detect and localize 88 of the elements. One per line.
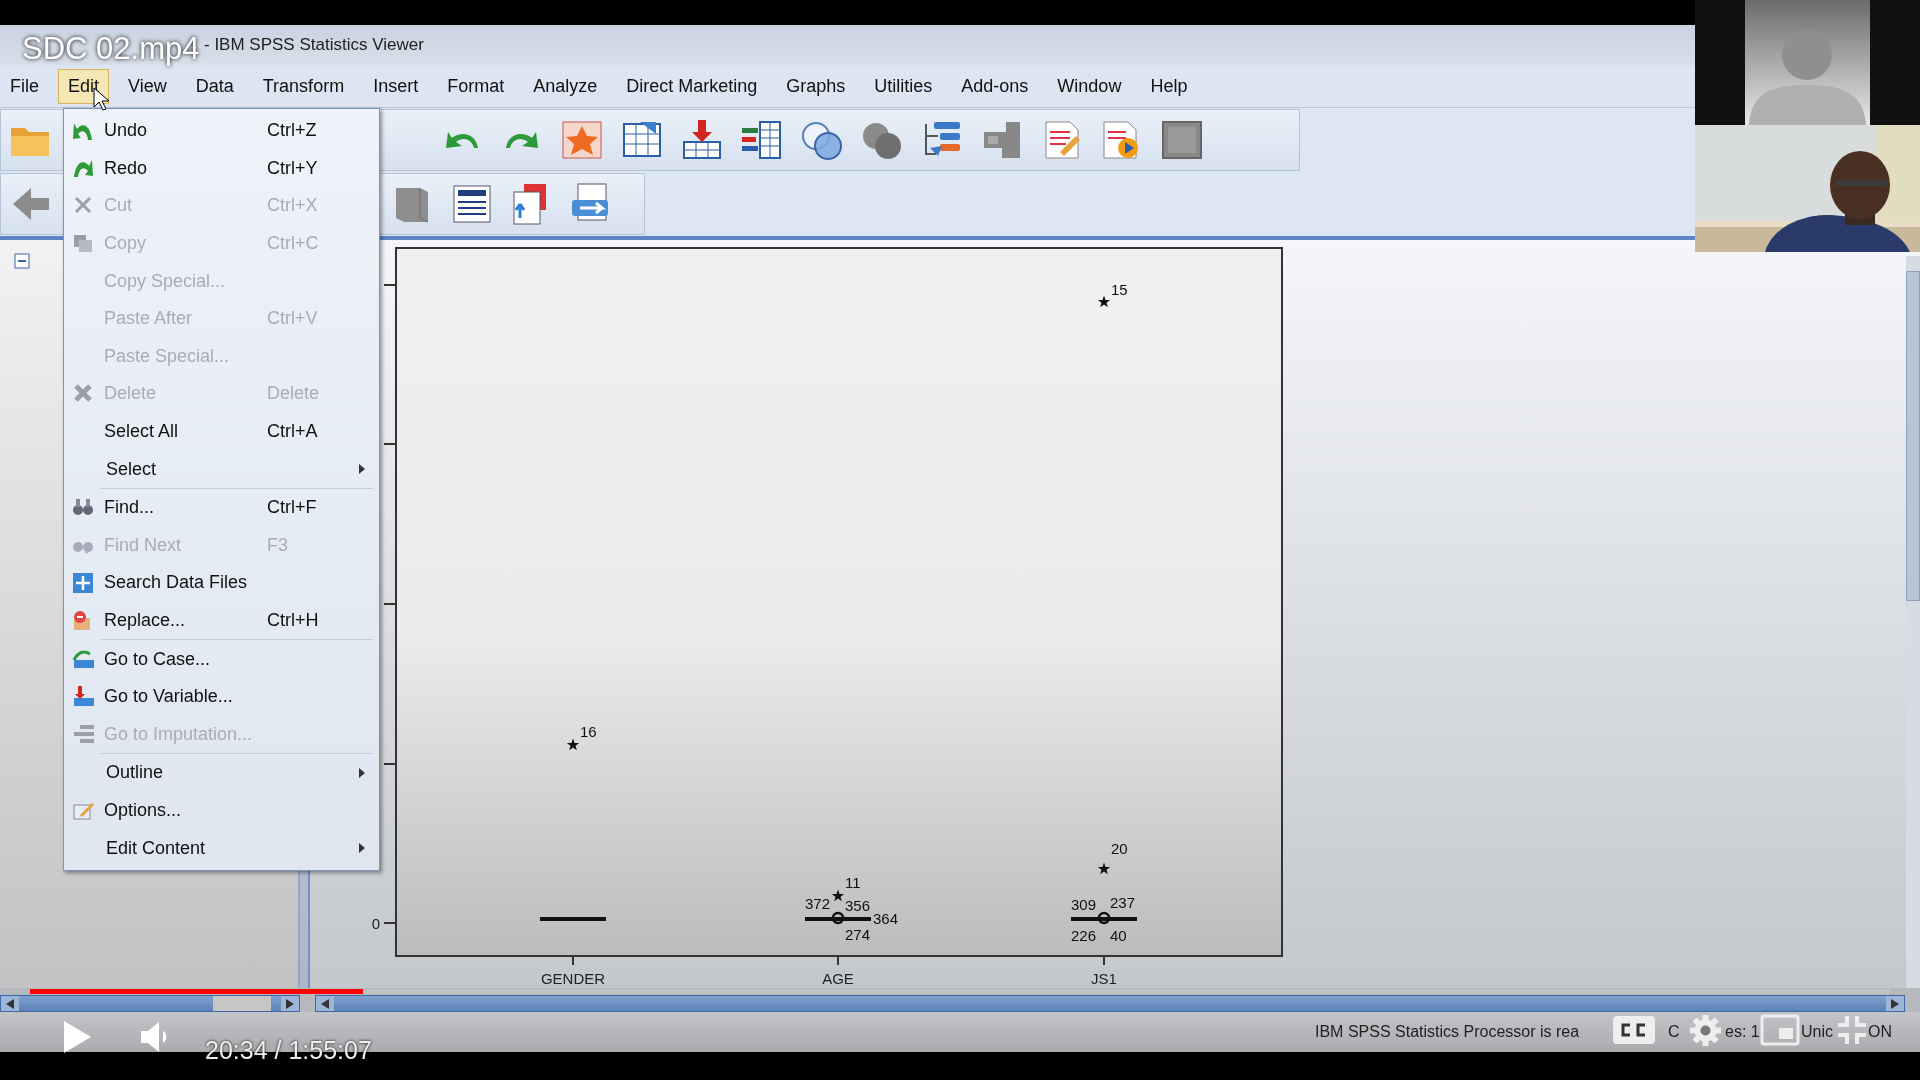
tick-mark [1103, 955, 1105, 966]
status-text: C [1668, 1022, 1680, 1042]
plus-icon [72, 571, 94, 594]
median-line [805, 917, 871, 921]
status-text: es: 1 [1725, 1022, 1760, 1042]
axis-label: 0 [371, 915, 380, 932]
menu-item[interactable]: File [0, 68, 49, 104]
menu-item[interactable]: Search Data Files [66, 564, 377, 602]
collapse-icon[interactable] [14, 252, 30, 269]
bar-chart-icon[interactable] [740, 118, 784, 162]
case-label: 309 [1071, 896, 1097, 913]
menu-item[interactable]: View [118, 68, 177, 104]
tick-mark [383, 284, 397, 286]
star-marker [1097, 862, 1111, 875]
case-label: 274 [845, 926, 871, 943]
outlier-marker [831, 911, 845, 925]
menu-item[interactable]: Data [185, 68, 244, 104]
category-label: GENDER [540, 970, 606, 987]
star-marker [831, 889, 845, 902]
menu-item[interactable]: Replace... Ctrl+H [66, 601, 377, 640]
menu-item[interactable]: Direct Marketing [616, 68, 768, 104]
median-line [1071, 917, 1137, 921]
menu-item[interactable]: Go to Case... [66, 640, 377, 678]
tick-mark [383, 443, 397, 445]
case-label: 237 [1110, 894, 1136, 911]
copy-icon [72, 232, 94, 255]
case-label: 40 [1110, 927, 1127, 944]
download-icon[interactable] [680, 118, 724, 162]
case-label: 16 [580, 723, 597, 740]
category-label: JS1 [1091, 970, 1117, 987]
case-label: 364 [873, 910, 899, 927]
right-arrow-icon[interactable] [1891, 998, 1899, 1009]
median-line [540, 917, 606, 921]
settings-icon[interactable] [1689, 1013, 1722, 1047]
status-text: IBM SPSS Statistics Processor is rea [1315, 1022, 1580, 1042]
video-title: SDC 02.mp4 [22, 30, 200, 68]
tick-mark [383, 763, 397, 765]
case-label: 226 [1071, 927, 1097, 944]
tick-mark [383, 603, 397, 605]
menu-item[interactable]: Transform [252, 68, 355, 104]
scroll-thumb[interactable] [213, 996, 271, 1011]
star-marker [566, 738, 580, 751]
case-label: 20 [1111, 840, 1128, 857]
horizontal-scrollbar[interactable] [315, 995, 1905, 1012]
category-label: AGE [822, 970, 854, 987]
menu-item[interactable]: Help [1140, 68, 1198, 104]
square-icon[interactable] [1160, 118, 1204, 162]
menu-item[interactable]: Add-ons [951, 68, 1039, 104]
menu-item[interactable]: Undo Ctrl+Z [66, 112, 377, 150]
lines-icon [72, 723, 94, 746]
vertical-scrollbar[interactable] [1906, 256, 1920, 988]
outlier-marker [1097, 911, 1111, 925]
cc-icon[interactable] [1612, 1015, 1656, 1045]
tick-mark [383, 922, 397, 924]
menu-item[interactable]: Utilities [864, 68, 943, 104]
tick-mark [837, 955, 839, 966]
tick-mark [572, 955, 574, 966]
horizontal-scrollbar[interactable] [0, 995, 300, 1012]
menu-item[interactable]: Options... [66, 791, 377, 830]
menu-item[interactable]: Select All Ctrl+A [66, 412, 377, 451]
star-marker [1097, 295, 1111, 308]
menu-item[interactable]: Redo Ctrl+Y [66, 149, 377, 188]
right-arrow-icon[interactable] [286, 998, 294, 1009]
menu-item[interactable]: Edit Content [66, 829, 377, 867]
menu-item[interactable]: Analyze [523, 68, 608, 104]
menu-item[interactable]: Find... Ctrl+F [66, 488, 377, 527]
table-arrow-icon [72, 685, 94, 708]
case-label: 11 [845, 874, 861, 891]
table-arrow-icon [72, 648, 94, 671]
left-arrow-icon[interactable] [6, 998, 14, 1009]
scroll-thumb[interactable] [1906, 271, 1920, 601]
avatar-icon [1745, 0, 1870, 125]
case-label: 372 [805, 895, 831, 912]
menu-item[interactable]: Go to Variable... [66, 677, 377, 716]
menu-item[interactable]: Select [66, 450, 377, 488]
menu-item[interactable]: Outline [66, 754, 377, 792]
window-title: - IBM SPSS Statistics Viewer [204, 34, 424, 57]
play-icon[interactable] [62, 1020, 92, 1054]
menu-item[interactable]: Insert [363, 68, 429, 104]
case-label: 356 [845, 897, 871, 914]
left-arrow-icon[interactable] [321, 998, 329, 1009]
document-icon[interactable] [450, 182, 494, 226]
case-label: 15 [1111, 281, 1128, 298]
menu-item[interactable]: Graphs [776, 68, 856, 104]
status-text: Unic [1801, 1022, 1833, 1042]
menu-item[interactable]: Window [1047, 68, 1132, 104]
status-text: ON [1868, 1022, 1892, 1042]
menu-item[interactable]: Format [437, 68, 515, 104]
